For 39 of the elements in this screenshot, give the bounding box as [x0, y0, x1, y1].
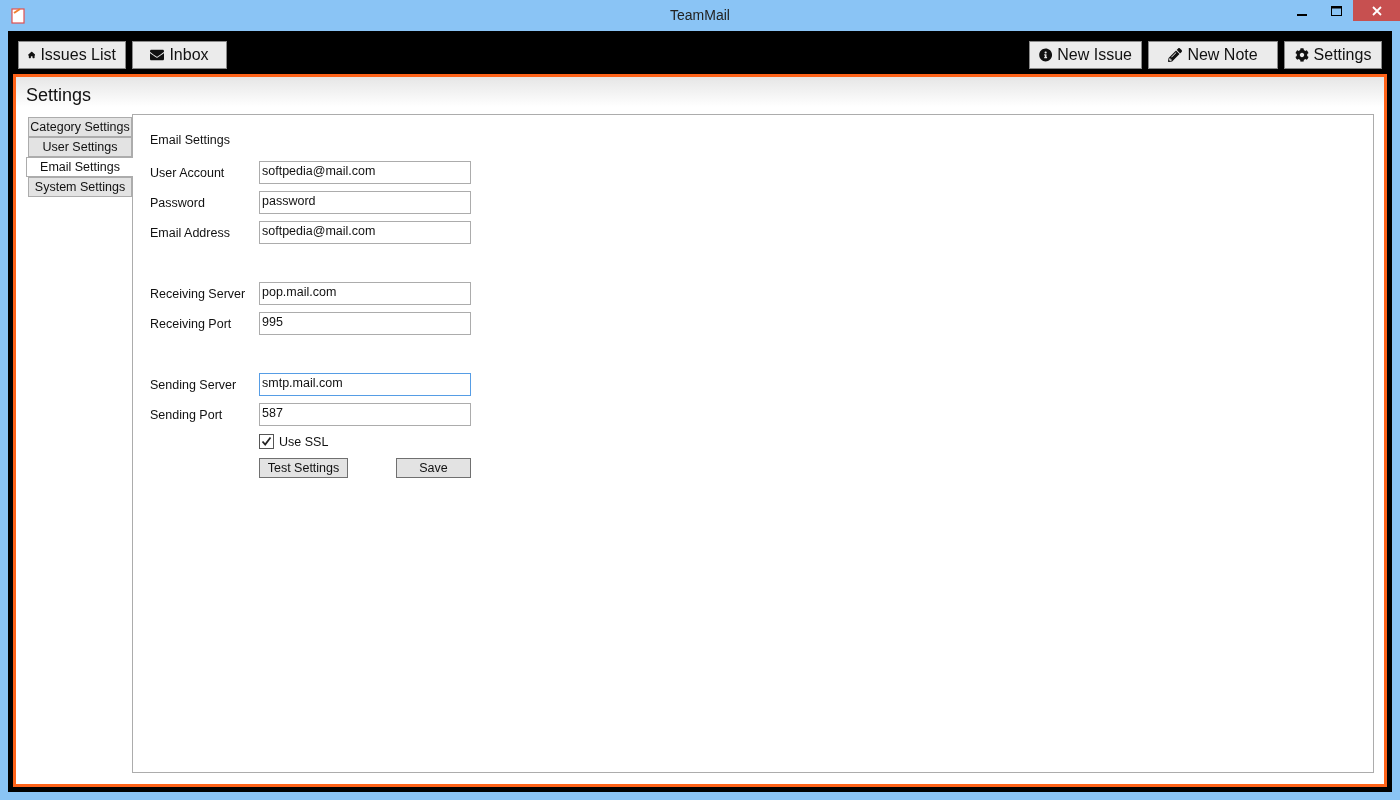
close-icon — [1371, 5, 1382, 16]
toolbar-button[interactable]: Settings — [1284, 41, 1382, 69]
field-label: Password — [150, 195, 206, 210]
field-label: Receiving Server — [150, 286, 247, 301]
input-field[interactable]: password — [259, 191, 471, 214]
field-label: Receiving Port — [150, 316, 233, 331]
field-label: Sending Server — [150, 377, 238, 392]
toolbar-button[interactable]: Inbox — [132, 41, 227, 69]
window-title: TeamMail — [670, 7, 730, 23]
field-label: Sending Port — [150, 407, 224, 422]
toolbar-button[interactable]: New Issue — [1029, 41, 1142, 69]
info-icon — [1039, 48, 1053, 62]
toolbar-button[interactable]: New Note — [1148, 41, 1278, 69]
input-field[interactable]: pop.mail.com — [259, 282, 471, 305]
input-field[interactable]: softpedia@mail.com — [259, 221, 471, 244]
toolbar-button[interactable]: Issues List — [18, 41, 126, 69]
field-label: Email Address — [150, 225, 231, 240]
checkbox-label: Use SSL — [279, 434, 329, 449]
minimize-icon — [1297, 13, 1307, 16]
input-field[interactable]: 587 — [259, 403, 471, 426]
pencil-icon — [1168, 48, 1183, 62]
action-button[interactable]: Test Settings — [259, 458, 348, 478]
field-label: User Account — [150, 165, 226, 180]
settings-tab[interactable]: Email Settings — [26, 157, 133, 177]
section-heading: Email Settings — [150, 133, 231, 147]
close-button[interactable] — [1353, 0, 1400, 21]
settings-tab[interactable]: Category Settings — [28, 117, 132, 137]
input-field[interactable]: 995 — [259, 312, 471, 335]
settings-tab[interactable]: System Settings — [28, 177, 132, 197]
input-field[interactable]: smtp.mail.com — [259, 373, 471, 396]
input-field[interactable]: softpedia@mail.com — [259, 161, 471, 184]
envelope-icon — [150, 48, 165, 62]
settings-tab[interactable]: User Settings — [28, 137, 132, 157]
action-button[interactable]: Save — [396, 458, 471, 478]
maximize-icon — [1330, 5, 1342, 16]
checkbox[interactable] — [259, 434, 274, 449]
page-title: Settings — [26, 85, 93, 106]
settings-icon — [1294, 48, 1309, 62]
app-icon — [11, 7, 25, 24]
